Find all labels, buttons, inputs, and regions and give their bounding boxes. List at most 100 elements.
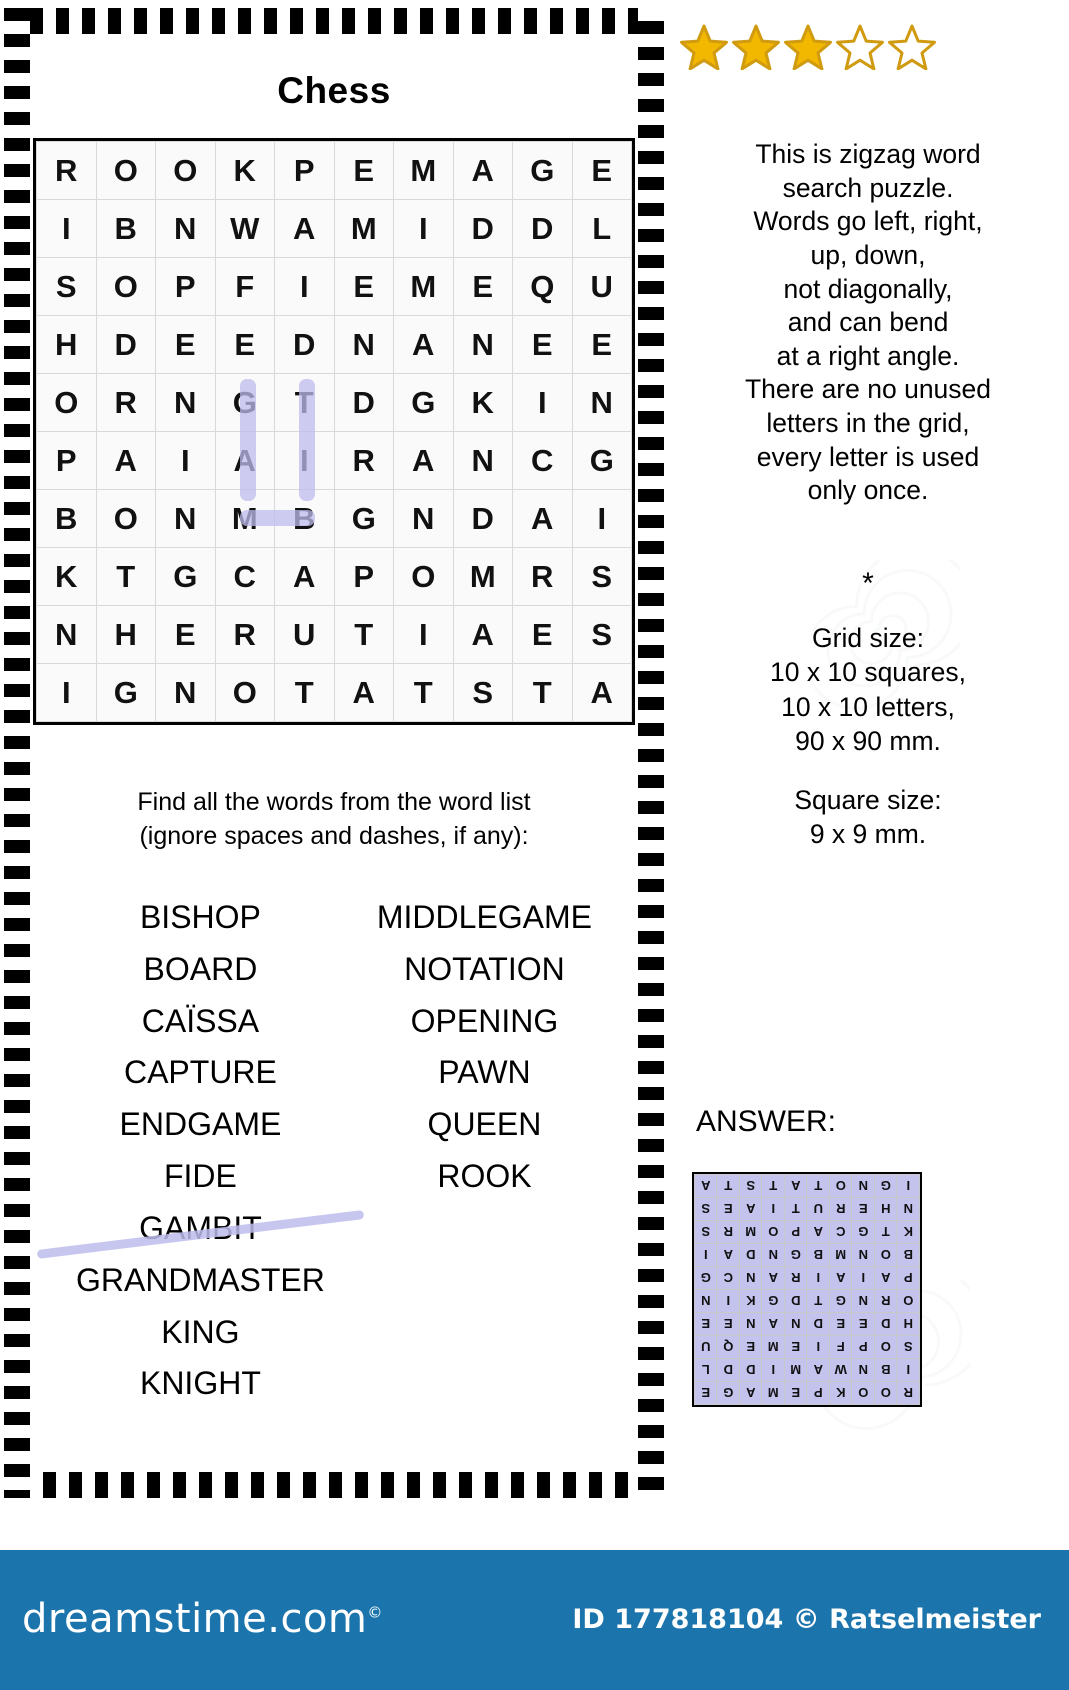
grid-cell[interactable]: A xyxy=(452,141,513,200)
grid-cell[interactable]: T xyxy=(274,373,335,432)
grid-cell[interactable]: M xyxy=(393,257,454,316)
grid-cell[interactable]: G xyxy=(95,663,156,722)
word-list-item[interactable]: KNIGHT xyxy=(76,1358,325,1410)
word-list-item[interactable]: ROOK xyxy=(377,1151,592,1203)
grid-cell[interactable]: I xyxy=(571,489,632,548)
grid-cell[interactable]: E xyxy=(333,257,394,316)
grid-cell[interactable]: H xyxy=(95,605,156,664)
grid-cell[interactable]: I xyxy=(274,431,335,490)
grid-cell[interactable]: E xyxy=(452,257,513,316)
grid-cell[interactable]: A xyxy=(393,315,454,374)
word-list-item[interactable]: OPENING xyxy=(377,996,592,1048)
grid-cell[interactable]: G xyxy=(155,547,216,606)
word-list-item[interactable]: GRANDMASTER xyxy=(76,1255,325,1307)
grid-cell[interactable]: P xyxy=(36,431,97,490)
grid-cell[interactable]: I xyxy=(393,199,454,258)
grid-cell[interactable]: M xyxy=(214,489,275,548)
grid-cell[interactable]: E xyxy=(571,141,632,200)
grid-cell[interactable]: R xyxy=(333,431,394,490)
grid-cell[interactable]: P xyxy=(333,547,394,606)
word-list-item[interactable]: PAWN xyxy=(377,1047,592,1099)
grid-cell[interactable]: G xyxy=(393,373,454,432)
grid-cell[interactable]: L xyxy=(571,199,632,258)
grid-cell[interactable]: R xyxy=(36,141,97,200)
grid-cell[interactable]: M xyxy=(333,199,394,258)
word-list-item[interactable]: NOTATION xyxy=(377,944,592,996)
grid-cell[interactable]: O xyxy=(95,489,156,548)
grid-cell[interactable]: B xyxy=(36,489,97,548)
grid-cell[interactable]: R xyxy=(214,605,275,664)
brand-logo[interactable]: dreamstime.com© xyxy=(22,1596,383,1642)
grid-cell[interactable]: K xyxy=(36,547,97,606)
word-list-item[interactable]: GAMBIT xyxy=(76,1203,325,1255)
grid-cell[interactable]: B xyxy=(274,489,335,548)
grid-cell[interactable]: O xyxy=(95,141,156,200)
grid-cell[interactable]: I xyxy=(36,663,97,722)
grid-cell[interactable]: N xyxy=(571,373,632,432)
grid-cell[interactable]: E xyxy=(333,141,394,200)
grid-cell[interactable]: N xyxy=(452,315,513,374)
grid-cell[interactable]: H xyxy=(36,315,97,374)
grid-cell[interactable]: D xyxy=(452,489,513,548)
grid-cell[interactable]: M xyxy=(393,141,454,200)
grid-cell[interactable]: T xyxy=(333,605,394,664)
grid-cell[interactable]: A xyxy=(393,431,454,490)
grid-cell[interactable]: C xyxy=(214,547,275,606)
grid-cell[interactable]: D xyxy=(452,199,513,258)
grid-cell[interactable]: W xyxy=(214,199,275,258)
grid-cell[interactable]: A xyxy=(274,199,335,258)
grid-cell[interactable]: T xyxy=(95,547,156,606)
grid-cell[interactable]: N xyxy=(393,489,454,548)
grid-cell[interactable]: O xyxy=(214,663,275,722)
word-list-item[interactable]: BOARD xyxy=(76,944,325,996)
grid-cell[interactable]: S xyxy=(571,605,632,664)
grid-cell[interactable]: R xyxy=(512,547,573,606)
grid-cell[interactable]: S xyxy=(452,663,513,722)
grid-cell[interactable]: E xyxy=(155,605,216,664)
grid-cell[interactable]: E xyxy=(512,315,573,374)
grid-cell[interactable]: E xyxy=(214,315,275,374)
word-list-item[interactable]: QUEEN xyxy=(377,1099,592,1151)
grid-cell[interactable]: I xyxy=(393,605,454,664)
grid-cell[interactable]: D xyxy=(274,315,335,374)
grid-cell[interactable]: N xyxy=(155,663,216,722)
grid-cell[interactable]: N xyxy=(452,431,513,490)
grid-cell[interactable]: A xyxy=(214,431,275,490)
grid-cell[interactable]: N xyxy=(155,199,216,258)
grid-cell[interactable]: D xyxy=(512,199,573,258)
grid-cell[interactable]: A xyxy=(274,547,335,606)
grid-cell[interactable]: E xyxy=(155,315,216,374)
grid-cell[interactable]: O xyxy=(95,257,156,316)
grid-cell[interactable]: I xyxy=(512,373,573,432)
grid-cell[interactable]: T xyxy=(274,663,335,722)
grid-cell[interactable]: E xyxy=(512,605,573,664)
grid-cell[interactable]: A xyxy=(95,431,156,490)
grid-cell[interactable]: R xyxy=(95,373,156,432)
grid-cell[interactable]: A xyxy=(333,663,394,722)
word-list-item[interactable]: ENDGAME xyxy=(76,1099,325,1151)
letter-grid[interactable]: ROOKPEMAGEIBNWAMIDDLSOPFIEMEQUHDEEDNANEE… xyxy=(36,141,632,722)
grid-cell[interactable]: D xyxy=(95,315,156,374)
grid-cell[interactable]: K xyxy=(214,141,275,200)
grid-cell[interactable]: N xyxy=(36,605,97,664)
grid-cell[interactable]: O xyxy=(393,547,454,606)
grid-cell[interactable]: K xyxy=(452,373,513,432)
grid-cell[interactable]: N xyxy=(155,489,216,548)
grid-cell[interactable]: O xyxy=(36,373,97,432)
grid-cell[interactable]: A xyxy=(512,489,573,548)
grid-cell[interactable]: T xyxy=(512,663,573,722)
grid-cell[interactable]: I xyxy=(274,257,335,316)
grid-cell[interactable]: G xyxy=(571,431,632,490)
grid-cell[interactable]: G xyxy=(333,489,394,548)
grid-cell[interactable]: C xyxy=(512,431,573,490)
grid-cell[interactable]: S xyxy=(571,547,632,606)
grid-cell[interactable]: A xyxy=(571,663,632,722)
grid-cell[interactable]: U xyxy=(274,605,335,664)
grid-cell[interactable]: F xyxy=(214,257,275,316)
grid-cell[interactable]: O xyxy=(155,141,216,200)
grid-cell[interactable]: S xyxy=(36,257,97,316)
word-list-item[interactable]: MIDDLEGAME xyxy=(377,892,592,944)
word-list-item[interactable]: FIDE xyxy=(76,1151,325,1203)
word-list-item[interactable]: CAÏSSA xyxy=(76,996,325,1048)
grid-cell[interactable]: N xyxy=(155,373,216,432)
